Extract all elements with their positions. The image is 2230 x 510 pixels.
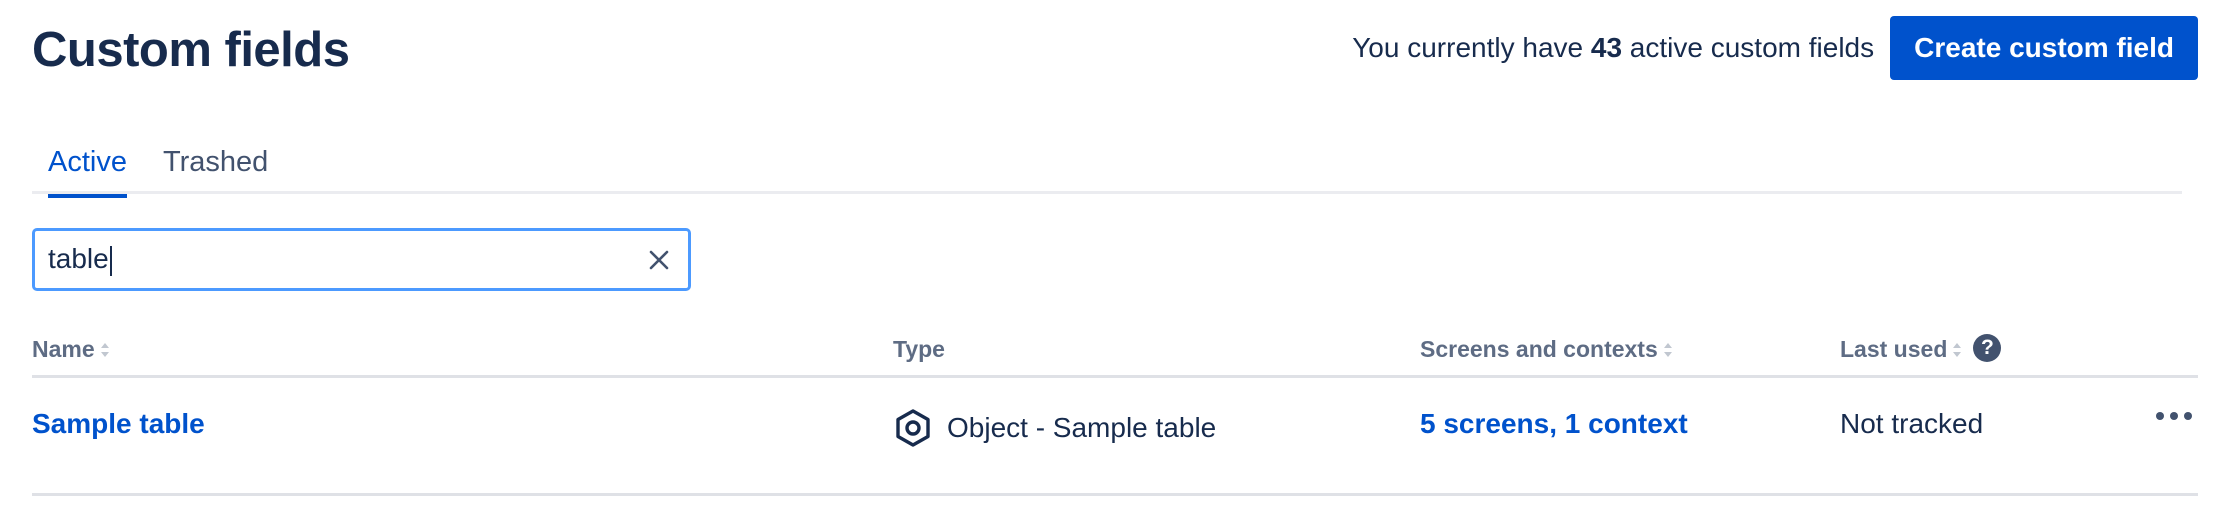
field-name-link[interactable]: Sample table <box>32 408 205 440</box>
screens-contexts-link[interactable]: 5 screens, 1 context <box>1420 408 1688 440</box>
field-type-label: Object - Sample table <box>947 412 1217 443</box>
table-header: Name Type Screens and contexts Last used… <box>32 330 2198 378</box>
active-fields-summary: You currently have 43 active custom fiel… <box>1352 32 1874 64</box>
header-actions: You currently have 43 active custom fiel… <box>1352 16 2198 80</box>
column-header-name[interactable]: Name <box>32 336 111 363</box>
help-icon[interactable]: ? <box>1973 333 2002 362</box>
page-title: Custom fields <box>32 23 350 77</box>
summary-suffix: active custom fields <box>1622 32 1875 63</box>
column-header-type: Type <box>893 336 945 363</box>
close-icon[interactable] <box>643 244 675 276</box>
tab-bar: Active Trashed <box>32 132 2182 198</box>
sort-icon <box>100 342 109 357</box>
dot <box>2170 412 2178 420</box>
column-label-last-used: Last used <box>1840 336 1948 362</box>
dot <box>2184 412 2192 420</box>
custom-fields-table: Name Type Screens and contexts Last used… <box>32 330 2198 496</box>
create-custom-field-button[interactable]: Create custom field <box>1890 16 2198 80</box>
sort-icon <box>1953 342 1962 357</box>
sort-icon <box>1663 342 1672 357</box>
more-actions-icon[interactable] <box>2156 412 2192 420</box>
column-header-last-used[interactable]: Last used ? <box>1840 333 2002 363</box>
dot <box>2156 412 2164 420</box>
active-count: 43 <box>1590 32 1623 63</box>
last-used-value: Not tracked <box>1840 408 1984 439</box>
table-row: Sample table Object - Sample table 5 scr… <box>32 378 2198 496</box>
search-text: table <box>48 243 109 275</box>
tab-trashed[interactable]: Trashed <box>163 142 268 194</box>
search-input[interactable]: table <box>32 228 691 291</box>
summary-prefix: You currently have <box>1352 32 1591 63</box>
tab-active[interactable]: Active <box>48 142 127 198</box>
column-label-screens: Screens and contexts <box>1420 336 1658 362</box>
column-label-name: Name <box>32 336 95 362</box>
object-hexagon-icon <box>896 409 930 447</box>
field-type: Object - Sample table <box>893 408 1216 448</box>
column-label-type: Type <box>893 336 945 362</box>
search-input-value[interactable]: table <box>48 243 643 276</box>
column-header-screens[interactable]: Screens and contexts <box>1420 336 1674 363</box>
text-caret <box>109 245 112 276</box>
custom-fields-page: Custom fields You currently have 43 acti… <box>0 0 2230 510</box>
